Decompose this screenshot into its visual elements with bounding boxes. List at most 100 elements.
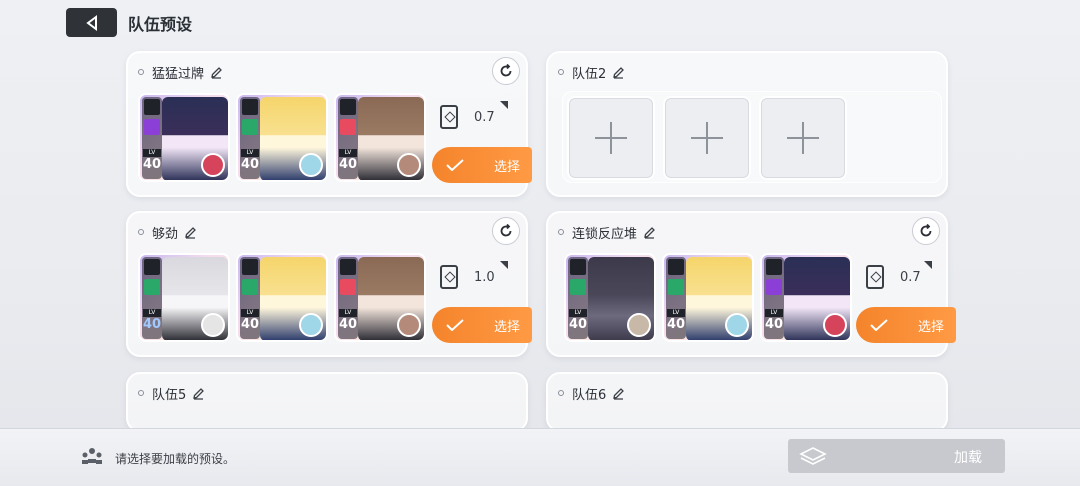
weapon-icon xyxy=(242,99,258,115)
team-card-3[interactable]: 够劲 LV 40 LV 40 LV 40 1.0 选择 xyxy=(126,211,532,357)
team-cost: 0.7 xyxy=(474,109,495,125)
page-title: 队伍预设 xyxy=(128,15,193,34)
reset-team-button[interactable] xyxy=(492,57,520,85)
bullet-icon xyxy=(558,390,564,396)
class-icon xyxy=(144,119,160,135)
character-slot[interactable]: LV 40 xyxy=(564,253,656,342)
weapon-icon xyxy=(766,259,782,275)
add-plus-icon xyxy=(787,122,819,154)
class-icon xyxy=(340,119,356,135)
add-plus-icon xyxy=(691,122,723,154)
cost-card-icon xyxy=(866,265,884,289)
character-level: 40 xyxy=(240,157,260,172)
character-level: 40 xyxy=(764,317,784,332)
support-avatar xyxy=(397,313,421,337)
weapon-icon xyxy=(242,259,258,275)
reset-team-button[interactable] xyxy=(492,217,520,245)
support-avatar xyxy=(299,153,323,177)
checkmark-icon xyxy=(446,159,464,171)
character-slot[interactable]: LV 40 xyxy=(236,93,328,182)
select-label: 选择 xyxy=(494,159,521,175)
team-name: 连锁反应堆 xyxy=(572,226,638,242)
hint-text: 请选择要加载的预设。 xyxy=(115,452,236,466)
refresh-icon xyxy=(920,223,932,237)
character-level: 40 xyxy=(666,317,686,332)
support-avatar xyxy=(201,153,225,177)
bottom-bar: 请选择要加载的预设。 加载 xyxy=(0,428,1080,486)
class-icon xyxy=(242,119,258,135)
character-level: 40 xyxy=(142,317,162,332)
empty-slot-area xyxy=(562,91,942,183)
edit-pencil-icon[interactable] xyxy=(192,387,205,400)
shield-icon xyxy=(144,259,160,275)
class-icon xyxy=(570,279,586,295)
edit-pencil-icon[interactable] xyxy=(643,226,656,239)
weapon-icon xyxy=(340,99,356,115)
support-avatar xyxy=(397,153,421,177)
add-plus-icon xyxy=(595,122,627,154)
class-icon xyxy=(766,279,782,295)
class-icon xyxy=(144,279,160,295)
weapon-icon xyxy=(144,99,160,115)
select-label: 选择 xyxy=(918,319,945,335)
support-avatar xyxy=(823,313,847,337)
empty-character-slot[interactable] xyxy=(567,96,655,180)
select-button[interactable]: 选择 xyxy=(432,307,532,343)
reset-team-button[interactable] xyxy=(912,217,940,245)
bullet-icon xyxy=(558,69,564,75)
team-card-1[interactable]: 猛猛过牌 LV 40 LV 40 LV 40 0.7 选择 xyxy=(126,51,532,197)
cost-card-icon xyxy=(440,265,458,289)
bullet-icon xyxy=(138,229,144,235)
select-label: 选择 xyxy=(494,319,521,335)
bullet-icon xyxy=(558,229,564,235)
character-level: 40 xyxy=(568,317,588,332)
character-level: 40 xyxy=(240,317,260,332)
checkmark-icon xyxy=(870,319,888,331)
character-slot[interactable]: LV 40 xyxy=(334,253,426,342)
character-slot[interactable]: LV 40 xyxy=(334,93,426,182)
team-name: 队伍5 xyxy=(152,387,187,403)
team-card-5[interactable]: 队伍5 xyxy=(126,372,528,432)
support-avatar xyxy=(725,313,749,337)
character-level: 40 xyxy=(338,317,358,332)
weapon-icon xyxy=(570,259,586,275)
bullet-icon xyxy=(138,390,144,396)
team-cost: 1.0 xyxy=(474,269,495,285)
character-level: 40 xyxy=(338,157,358,172)
refresh-icon xyxy=(500,223,512,237)
class-icon xyxy=(242,279,258,295)
team-card-4[interactable]: 连锁反应堆 LV 40 LV 40 LV 40 0.7 选择 xyxy=(546,211,956,357)
empty-character-slot[interactable] xyxy=(759,96,847,180)
weapon-icon xyxy=(668,259,684,275)
character-level: 40 xyxy=(142,157,162,172)
load-label: 加载 xyxy=(954,450,982,466)
edit-pencil-icon[interactable] xyxy=(612,387,625,400)
team-name: 猛猛过牌 xyxy=(152,66,205,82)
class-icon xyxy=(340,279,356,295)
layers-icon xyxy=(799,447,827,465)
select-button[interactable]: 选择 xyxy=(432,147,532,183)
team-card-6[interactable]: 队伍6 xyxy=(546,372,948,432)
character-slot[interactable]: LV 40 xyxy=(236,253,328,342)
edit-pencil-icon[interactable] xyxy=(210,66,223,79)
team-card-2[interactable]: 队伍2 xyxy=(546,51,948,197)
select-button[interactable]: 选择 xyxy=(856,307,956,343)
support-avatar xyxy=(627,313,651,337)
back-arrow-icon xyxy=(85,14,97,31)
edit-pencil-icon[interactable] xyxy=(612,66,625,79)
refresh-icon xyxy=(500,63,512,77)
team-name: 队伍2 xyxy=(572,66,607,82)
cost-card-icon xyxy=(440,105,458,129)
load-button[interactable]: 加载 xyxy=(788,439,1005,473)
character-slot[interactable]: LV 40 xyxy=(662,253,754,342)
back-button[interactable] xyxy=(66,8,117,37)
empty-character-slot[interactable] xyxy=(663,96,751,180)
character-slot[interactable]: LV 40 xyxy=(760,253,852,342)
team-members-icon xyxy=(82,448,102,464)
edit-pencil-icon[interactable] xyxy=(184,226,197,239)
character-slot[interactable]: LV 40 xyxy=(138,253,230,342)
character-slot[interactable]: LV 40 xyxy=(138,93,230,182)
bullet-icon xyxy=(138,69,144,75)
team-name: 队伍6 xyxy=(572,387,607,403)
class-icon xyxy=(668,279,684,295)
